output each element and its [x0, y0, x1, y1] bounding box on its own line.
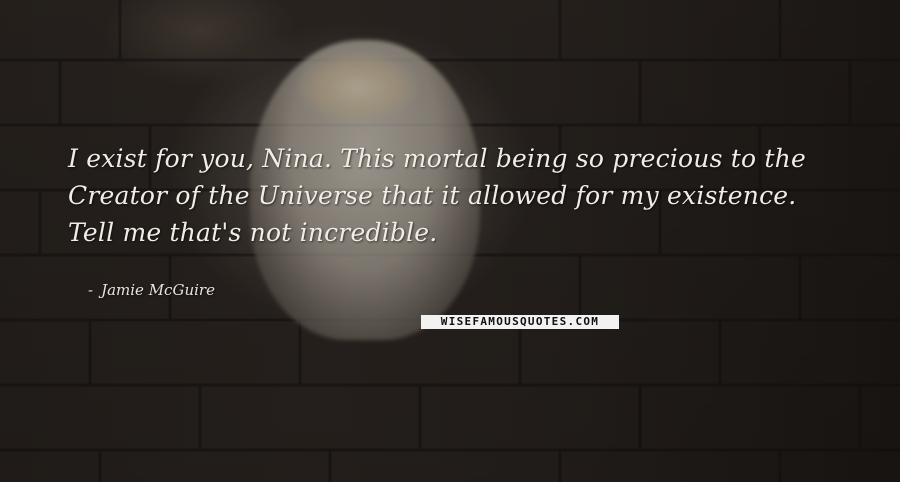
- quote-line: Creator of the Universe that it allowed …: [68, 181, 797, 210]
- quote-line: I exist for you, Nina. This mortal being…: [68, 144, 806, 173]
- quote-author: - Jamie McGuire: [88, 281, 215, 299]
- author-name: Jamie McGuire: [101, 281, 215, 299]
- quote-line: Tell me that's not incredible.: [68, 218, 438, 247]
- author-dash: -: [88, 281, 94, 299]
- quote-image: I exist for you, Nina. This mortal being…: [0, 0, 900, 482]
- site-watermark: WISEFAMOUSQUOTES.COM: [421, 315, 619, 329]
- quote-text: I exist for you, Nina. This mortal being…: [68, 140, 848, 251]
